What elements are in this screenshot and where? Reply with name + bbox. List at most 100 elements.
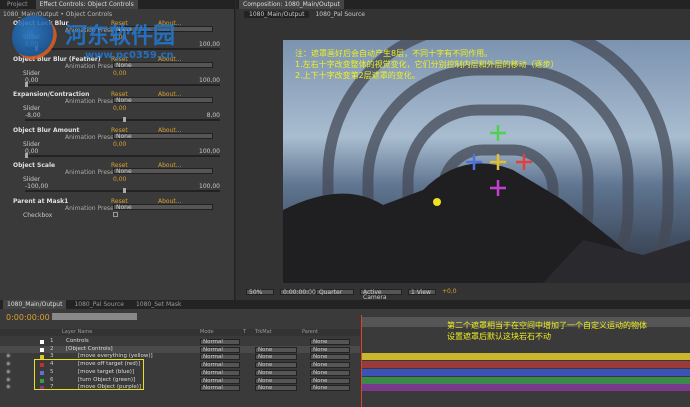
- zoom-select[interactable]: 50%: [246, 288, 274, 295]
- slider-value[interactable]: 0,00: [113, 105, 126, 112]
- layer-duration-bar[interactable]: [362, 368, 690, 376]
- slider-min: -100,00: [25, 183, 49, 190]
- tab-effect-controls[interactable]: Effect Controls: Object Controls: [35, 0, 138, 9]
- trkmat-select[interactable]: None: [255, 354, 297, 361]
- effect-title[interactable]: Object Scale: [13, 162, 55, 169]
- search-input[interactable]: [52, 313, 137, 320]
- slider-value[interactable]: 0,00: [113, 141, 126, 148]
- presets-dropdown[interactable]: None: [113, 97, 213, 104]
- slider-label: Slider: [23, 69, 41, 77]
- slider-min: -8,00: [25, 112, 41, 119]
- mode-select[interactable]: Normal: [200, 377, 240, 384]
- mode-select[interactable]: Normal: [200, 362, 240, 369]
- slider-track[interactable]: [25, 152, 220, 158]
- green-crosshair: [490, 125, 506, 141]
- slider-knob[interactable]: [122, 117, 126, 122]
- slider-label: Slider: [23, 140, 41, 148]
- trkmat-select[interactable]: None: [255, 377, 297, 384]
- parent-select[interactable]: None: [310, 362, 350, 369]
- presets-dropdown[interactable]: None: [113, 203, 213, 210]
- tab-composition[interactable]: Composition: 1080_Main/Output: [239, 0, 344, 9]
- slider-track[interactable]: [25, 81, 220, 87]
- timeline-panel: 1080_Main/Output 1080_Pal Source 1080_Se…: [0, 300, 690, 407]
- effect-title[interactable]: Expansion/Contraction: [13, 91, 89, 98]
- layer-name[interactable]: [Object Controls]: [66, 346, 113, 354]
- exposure-value[interactable]: +0,0: [442, 288, 457, 295]
- composition-panel: Composition: 1080_Main/Output 1080_Main/…: [236, 0, 690, 300]
- checkbox[interactable]: [113, 211, 118, 217]
- effect-3: Object Blur Amount Reset About... Animat…: [3, 127, 228, 162]
- eye-icon[interactable]: ◉: [6, 384, 11, 392]
- eye-icon[interactable]: ◉: [6, 369, 11, 377]
- slider-label: Slider: [23, 105, 41, 112]
- time-display[interactable]: 0:00:00:00: [280, 288, 316, 295]
- effect-title[interactable]: Object Blur Amount: [13, 127, 79, 134]
- trkmat-select[interactable]: None: [255, 369, 297, 376]
- tab-project[interactable]: Project: [3, 0, 32, 9]
- layer-duration-bar[interactable]: [362, 384, 690, 392]
- composition-viewer[interactable]: 注：遮罩画好后会自动产生8层，不同十字有不同作用。 1.左右十字改变整体的视觉变化…: [283, 40, 690, 283]
- viewer-annotation: 注：遮罩画好后会自动产生8层，不同十字有不同作用。 1.左右十字改变整体的视觉变化…: [295, 49, 559, 80]
- eye-icon[interactable]: ◉: [6, 377, 11, 385]
- trkmat-select[interactable]: None: [255, 385, 297, 392]
- slider-track[interactable]: [25, 188, 220, 193]
- slider-value[interactable]: 0,00: [113, 70, 126, 77]
- slider-value[interactable]: 0,00: [113, 176, 126, 183]
- camera-select[interactable]: Active Camera: [360, 288, 402, 300]
- trkmat-select[interactable]: None: [255, 362, 297, 369]
- label-color[interactable]: [40, 340, 44, 344]
- slider-knob[interactable]: [25, 81, 28, 87]
- presets-dropdown[interactable]: None: [113, 168, 213, 175]
- parent-select[interactable]: None: [310, 377, 350, 384]
- slider-track[interactable]: [25, 117, 220, 122]
- subtab-pal-source[interactable]: 1080_Pal Source: [315, 11, 364, 18]
- tab-timeline-pal[interactable]: 1080_Pal Source: [70, 300, 127, 309]
- mode-select[interactable]: Normal: [200, 369, 240, 376]
- label-color[interactable]: [40, 347, 44, 352]
- mode-select[interactable]: Normal: [200, 385, 240, 392]
- slider-knob[interactable]: [122, 188, 126, 193]
- highlight-box: [34, 359, 144, 390]
- tab-timeline-mask[interactable]: 1080_Set Mask: [132, 300, 185, 309]
- parent-select[interactable]: None: [310, 346, 350, 353]
- mode-select[interactable]: Normal: [200, 354, 240, 361]
- layer-number: 2: [50, 345, 54, 352]
- viewer-toolbar: 50% 0:00:00:00 Quarter Active Camera 1 V…: [246, 288, 457, 300]
- trkmat-select[interactable]: None: [255, 346, 297, 353]
- parent-select[interactable]: None: [310, 354, 350, 361]
- layer-duration-bar[interactable]: [362, 353, 690, 361]
- breadcrumb: 1080_Main/Output • Object Controls: [3, 11, 113, 18]
- parent-select[interactable]: None: [310, 369, 350, 376]
- subtab-main-output[interactable]: 1080_Main/Output: [244, 11, 310, 18]
- slider-max: 100,00: [199, 183, 220, 190]
- timecode[interactable]: 0:00:00:00: [6, 313, 50, 322]
- layer-duration-bar[interactable]: [362, 361, 690, 369]
- mode-select[interactable]: Normal: [200, 346, 240, 353]
- watermark-logo: [12, 15, 57, 60]
- presets-dropdown[interactable]: None: [113, 132, 213, 139]
- layer-name[interactable]: Controls: [66, 338, 89, 346]
- effect-4: Object Scale Reset About... Animation Pr…: [3, 162, 228, 197]
- eye-icon[interactable]: ◉: [6, 361, 11, 369]
- checkbox-label: Checkbox: [23, 211, 53, 219]
- effect-title[interactable]: Parent at Mask1: [13, 198, 68, 205]
- layer-row[interactable]: 2 [Object Controls] Normal None None: [0, 345, 360, 354]
- presets-dropdown[interactable]: None: [113, 61, 213, 68]
- view-select[interactable]: 1 View: [408, 288, 436, 295]
- watermark-url: www.pc0359.cn: [85, 50, 174, 61]
- timeline-annotation: 第二个遮罩相当于在空间中增加了一个自定义运动的物体 设置遮罩后默认这块岩石不动: [447, 321, 647, 341]
- left-tabs: Project Effect Controls: Object Controls: [0, 0, 234, 9]
- parent-select[interactable]: None: [310, 339, 350, 345]
- effect-controls-panel: Project Effect Controls: Object Controls…: [0, 0, 235, 300]
- layer-row[interactable]: 1 Controls Normal None: [0, 338, 360, 346]
- mode-select[interactable]: Normal: [200, 339, 240, 345]
- eye-icon[interactable]: ◉: [6, 353, 11, 361]
- slider-max: 100,00: [199, 76, 220, 84]
- tab-timeline-main[interactable]: 1080_Main/Output: [3, 300, 67, 309]
- slider-knob[interactable]: [25, 152, 28, 158]
- resolution-select[interactable]: Quarter: [316, 288, 354, 295]
- slider-max: 100,00: [199, 147, 220, 155]
- parent-select[interactable]: None: [310, 385, 350, 392]
- watermark-text: 河东软件园: [65, 24, 176, 49]
- layer-duration-bar[interactable]: [362, 376, 690, 384]
